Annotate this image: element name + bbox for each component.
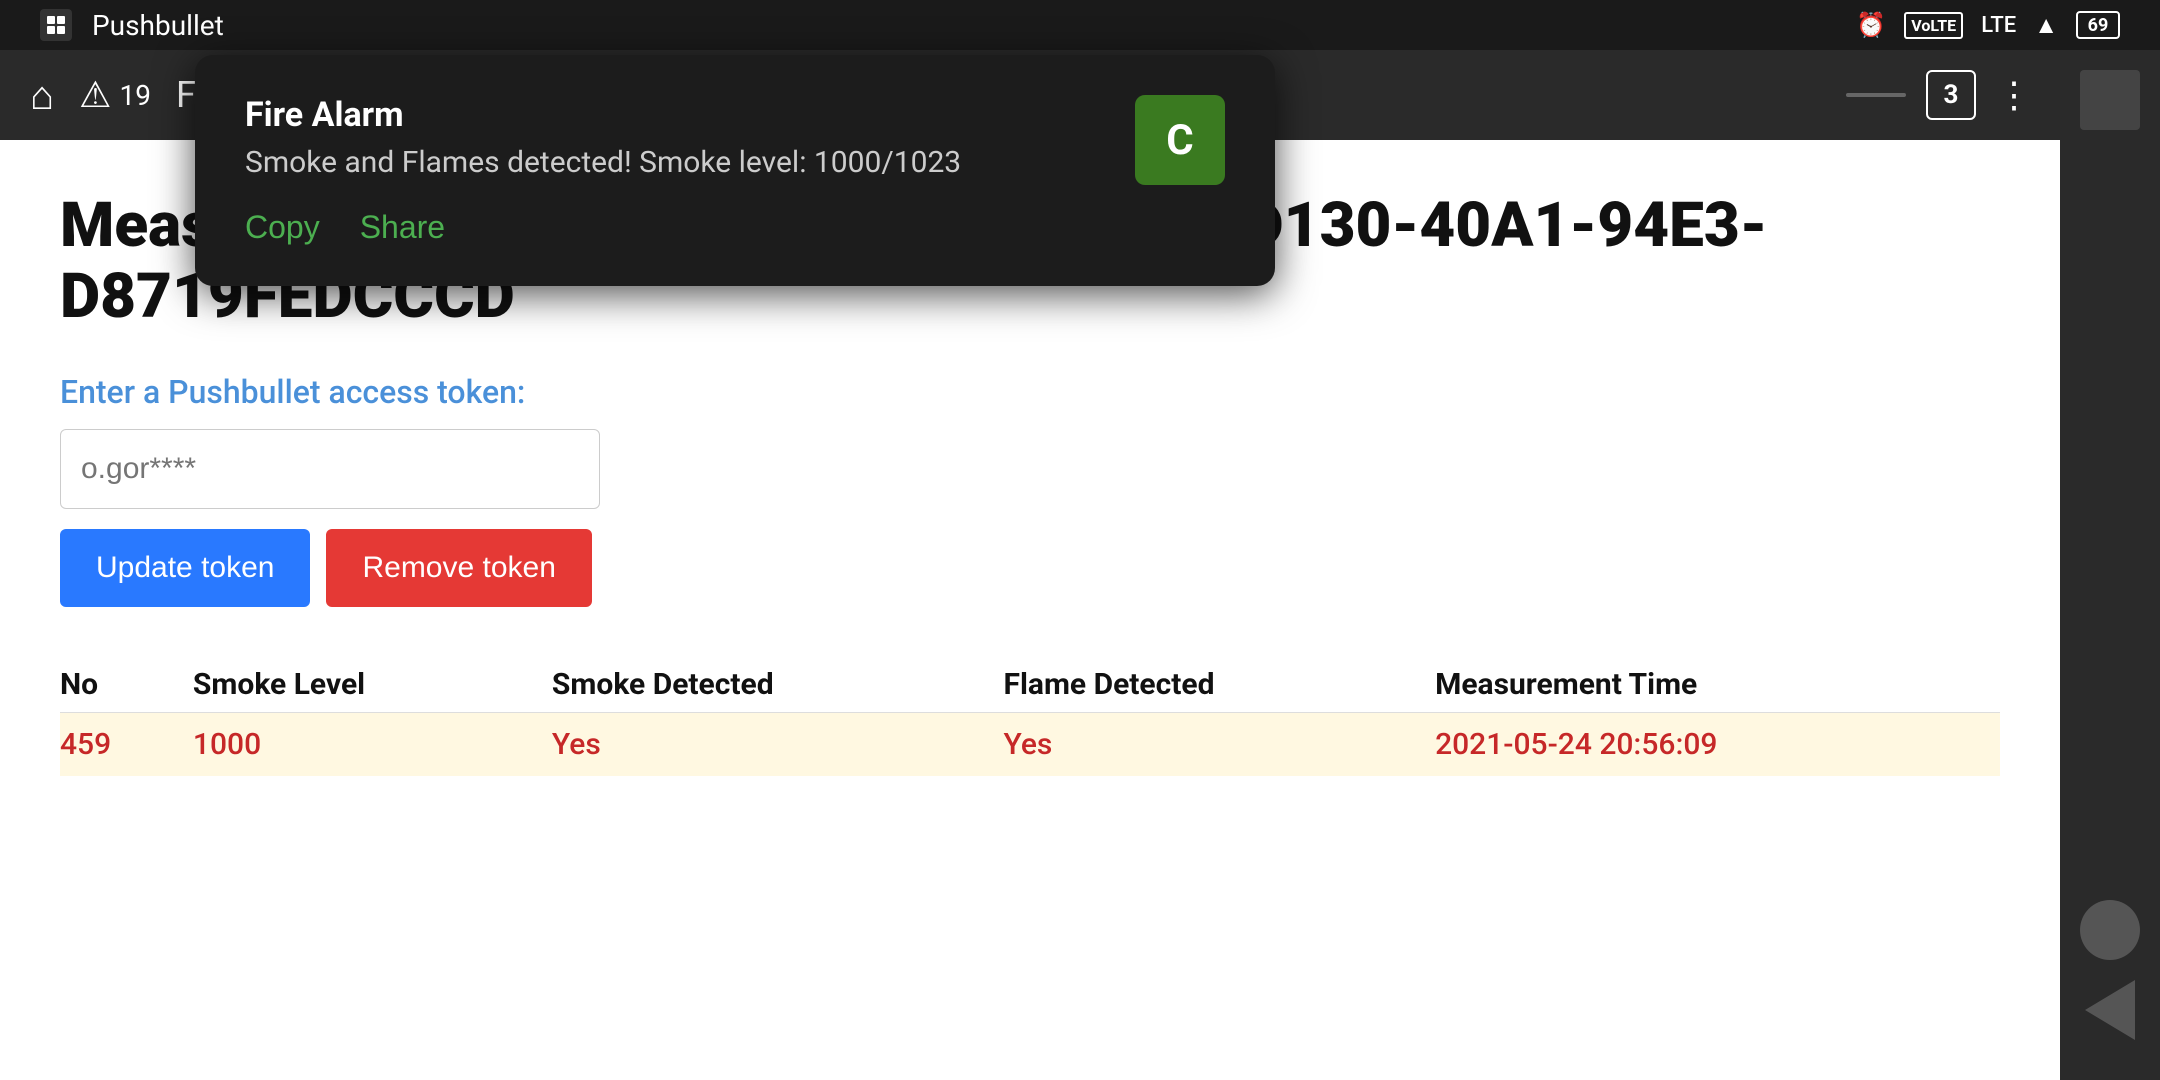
notif-title: Fire Alarm	[245, 95, 1115, 135]
col-header-smoke-detected: Smoke Detected	[552, 657, 1004, 713]
remove-token-button[interactable]: Remove token	[326, 529, 591, 607]
battery-badge: 69	[2076, 11, 2120, 39]
right-panel-circle	[2080, 900, 2140, 960]
token-label-prefix: Enter a	[60, 373, 168, 411]
signal-icon: ▲	[2034, 11, 2058, 40]
notif-message: Smoke and Flames detected! Smoke level: …	[245, 145, 1115, 180]
table-cell-time: 2021-05-24 20:56:09	[1435, 712, 2000, 776]
status-bar-app-name: Pushbullet	[92, 9, 224, 42]
table-header-row: No Smoke Level Smoke Detected Flame Dete…	[60, 657, 2000, 713]
status-bar-left: Pushbullet	[40, 9, 224, 42]
home-icon[interactable]: ⌂	[30, 72, 54, 119]
pushbullet-app-icon	[40, 9, 72, 41]
right-panel-back-icon[interactable]	[2085, 980, 2135, 1040]
table-row: 4591000YesYes2021-05-24 20:56:09	[60, 712, 2000, 776]
right-panel-button	[2080, 70, 2140, 130]
col-header-smoke-level: Smoke Level	[193, 657, 552, 713]
token-label: Enter a Pushbullet access token:	[60, 373, 2000, 411]
notif-copy-button[interactable]: Copy	[245, 209, 320, 246]
update-token-button[interactable]: Update token	[60, 529, 310, 607]
app-bar-actions: 3 ⋮	[1846, 70, 2030, 120]
notif-header: Fire Alarm Smoke and Flames detected! Sm…	[245, 95, 1225, 185]
status-bar: Pushbullet ⏰ VoLTE LTE ▲ 69	[0, 0, 2160, 50]
volte-badge: VoLTE	[1904, 12, 1963, 39]
notification-overlay: Fire Alarm Smoke and Flames detected! Sm…	[195, 55, 1275, 286]
warning-count: 19	[119, 79, 150, 112]
table-cell-no: 459	[60, 712, 193, 776]
notif-actions: Copy Share	[245, 209, 1225, 246]
col-header-flame-detected: Flame Detected	[1003, 657, 1435, 713]
col-header-no: No	[60, 657, 193, 713]
warning-icon: ⚠	[79, 74, 111, 116]
table-cell-flameDetected: Yes	[1003, 712, 1435, 776]
pushbullet-link[interactable]: Pushbullet	[168, 373, 320, 411]
table-cell-smokeDetected: Yes	[552, 712, 1004, 776]
lte-text: LTE	[1981, 13, 2016, 38]
status-bar-right: ⏰ VoLTE LTE ▲ 69	[1856, 11, 2120, 40]
notif-app-icon: C	[1135, 95, 1225, 185]
table-cell-smokeLevel: 1000	[193, 712, 552, 776]
alarm-icon: ⏰	[1856, 11, 1886, 39]
notif-body: Fire Alarm Smoke and Flames detected! Sm…	[245, 95, 1115, 180]
right-panel	[2060, 50, 2160, 1080]
col-header-measurement-time: Measurement Time	[1435, 657, 2000, 713]
warning-indicator: ⚠ 19	[79, 74, 151, 116]
more-options-icon[interactable]: ⋮	[1996, 74, 2030, 116]
notif-share-button[interactable]: Share	[360, 209, 445, 246]
token-input[interactable]	[60, 429, 600, 509]
measurements-table: No Smoke Level Smoke Detected Flame Dete…	[60, 657, 2000, 776]
token-label-suffix: access token:	[328, 373, 525, 411]
app-bar-divider	[1846, 93, 1906, 97]
token-button-row: Update token Remove token	[60, 529, 2000, 607]
tab-count-badge[interactable]: 3	[1926, 70, 1976, 120]
